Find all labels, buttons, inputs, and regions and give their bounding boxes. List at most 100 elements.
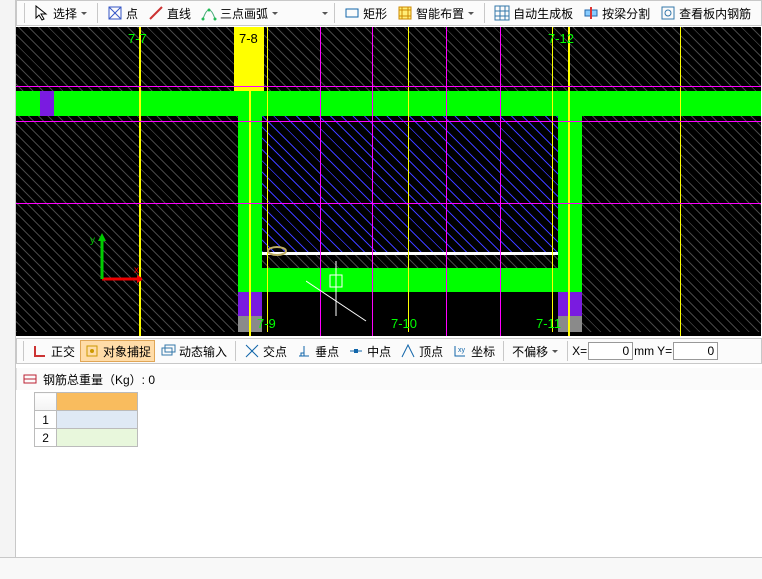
point-button[interactable]: 点 [103, 2, 142, 24]
column-edge-left [40, 91, 54, 116]
slab-interior [262, 116, 558, 252]
rect-button[interactable]: 矩形 [340, 2, 391, 24]
toolbar-separator [334, 3, 335, 23]
line-button[interactable]: 直线 [144, 2, 195, 24]
dim-line-mid [16, 203, 761, 204]
y-value: 0 [707, 344, 714, 358]
sheet-header [35, 393, 138, 411]
apex-icon [400, 343, 416, 359]
rect-icon [344, 5, 360, 21]
dropdown-icon[interactable] [80, 2, 88, 24]
dim-vertical-3 [446, 27, 447, 336]
osnap-toggle[interactable]: 对象捕捉 [80, 340, 155, 362]
corner-cell [35, 393, 57, 411]
toolbar-separator [235, 341, 236, 361]
row-header-1[interactable]: 1 [35, 411, 57, 429]
snap-apex[interactable]: 顶点 [396, 340, 447, 362]
beam-bottom-white [238, 252, 582, 255]
table-row[interactable]: 1 [35, 411, 138, 429]
split-button[interactable]: 按梁分割 [579, 2, 654, 24]
point-label: 点 [126, 5, 138, 22]
dropdown-icon[interactable] [467, 2, 475, 24]
gridline-7-9 [267, 27, 268, 332]
snap-mid-label: 中点 [367, 343, 391, 360]
coord-icon: xy [452, 343, 468, 359]
snap-apex-label: 顶点 [419, 343, 443, 360]
mm-label: mm [634, 344, 654, 358]
dropdown-icon[interactable] [321, 2, 329, 24]
mid-icon [348, 343, 364, 359]
toolbar-separator [24, 3, 25, 23]
y-input[interactable]: 0 [673, 342, 718, 360]
svg-text:y: y [90, 235, 95, 246]
autogen-button[interactable]: 自动生成板 [490, 2, 577, 24]
toolbar-separator [97, 3, 98, 23]
osnap-icon [84, 343, 100, 359]
gridline-7-12 [568, 27, 570, 336]
offset-mode[interactable]: 不偏移 [508, 340, 563, 362]
toolbar-separator [484, 3, 485, 23]
dim-line-under-beam [16, 121, 761, 122]
dim-line-upper [16, 86, 761, 87]
smart-button[interactable]: 智能布置 [393, 2, 479, 24]
x-input[interactable]: 0 [588, 342, 633, 360]
ortho-icon [32, 343, 48, 359]
arc3-label: 三点画弧 [220, 5, 268, 22]
dyn-icon [160, 343, 176, 359]
intersection-icon [244, 343, 260, 359]
result-sheet[interactable]: 1 2 [34, 392, 138, 447]
osnap-label: 对象捕捉 [103, 343, 151, 360]
dyn-toggle[interactable]: 动态输入 [156, 340, 231, 362]
offset-label: 不偏移 [512, 343, 548, 360]
col-header-A[interactable] [57, 393, 138, 411]
toolbar-separator [567, 341, 568, 361]
rebar-icon [23, 372, 37, 386]
dropdown-icon[interactable] [271, 2, 279, 24]
snap-midpoint[interactable]: 中点 [344, 340, 395, 362]
osnap-toolbar: 正交 对象捕捉 动态输入 交点 垂点 中点 顶点 xy 坐标 不偏移 X= 0 … [16, 338, 762, 364]
dim-vertical-4 [500, 27, 501, 336]
row-header-2[interactable]: 2 [35, 429, 57, 447]
gridline-7-11 [552, 27, 553, 332]
line-label: 直线 [167, 5, 191, 22]
select-label: 选择 [53, 5, 77, 22]
cell-A1[interactable] [57, 411, 138, 429]
grid-label-7-11: 7-11 [536, 316, 561, 331]
arc3-button[interactable]: 三点画弧 [197, 2, 283, 24]
line-icon [148, 5, 164, 21]
left-ruler [0, 0, 16, 579]
gridline-7-7 [139, 27, 141, 336]
ortho-label: 正交 [51, 343, 75, 360]
cell-A2[interactable] [57, 429, 138, 447]
perp-icon [296, 343, 312, 359]
ucs-icon: x y [82, 229, 142, 289]
beam-horizontal-bottom [238, 268, 582, 292]
autogen-label: 自动生成板 [513, 5, 573, 22]
split-icon [583, 5, 599, 21]
grid-label-7-8: 7-8 [239, 31, 258, 46]
view-icon [660, 5, 676, 21]
y-label: Y= [657, 344, 672, 358]
grid-label-7-12: 7-12 [548, 31, 574, 46]
snap-intersection[interactable]: 交点 [240, 340, 291, 362]
drawing-canvas[interactable]: 7-7 7-8 7-12 7-9 7-10 7-11 x y [16, 27, 761, 336]
snap-int-label: 交点 [263, 343, 287, 360]
smart-label: 智能布置 [416, 5, 464, 22]
dropdown-icon[interactable] [551, 340, 559, 362]
select-button[interactable]: 选择 [30, 2, 92, 24]
ortho-toggle[interactable]: 正交 [28, 340, 79, 362]
table-row[interactable]: 2 [35, 429, 138, 447]
gridline-7-8 [249, 27, 251, 336]
status-bar [0, 557, 762, 579]
view-rebar-button[interactable]: 查看板内钢筋 [656, 2, 755, 24]
beam-horizontal-top [16, 91, 761, 116]
rect-label: 矩形 [363, 5, 387, 22]
snap-perp-label: 垂点 [315, 343, 339, 360]
cursor-crosshair [306, 261, 386, 336]
snap-coordinate[interactable]: xy 坐标 [448, 340, 499, 362]
grid-label-7-10: 7-10 [391, 316, 417, 331]
rebar-weight-label: 钢筋总重量（Kg）: 0 [43, 371, 155, 388]
cursor-icon [34, 5, 50, 21]
snap-perpendicular[interactable]: 垂点 [292, 340, 343, 362]
dyn-label: 动态输入 [179, 343, 227, 360]
